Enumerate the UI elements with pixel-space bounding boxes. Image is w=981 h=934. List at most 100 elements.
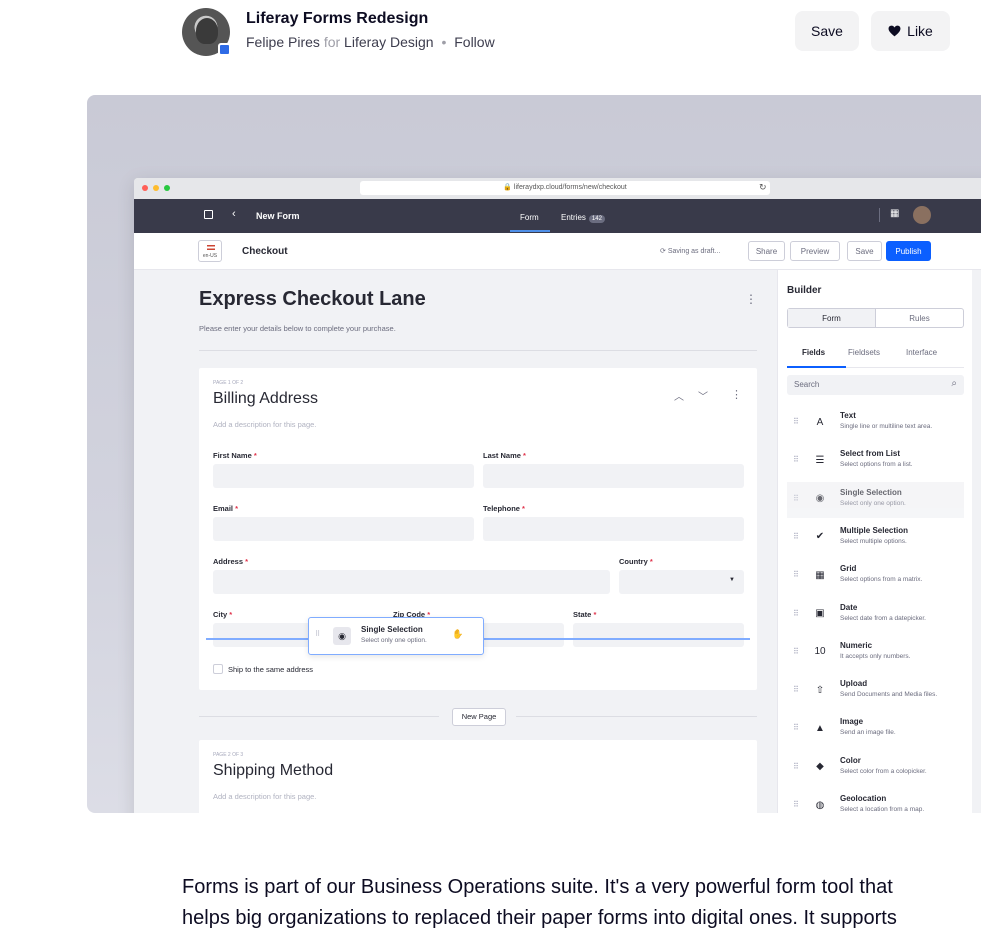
- field-label-address: Address *: [213, 557, 248, 566]
- user-avatar: [913, 206, 931, 224]
- field-type-item: ⠿ ⇧ Upload Send Documents and Media files.: [787, 673, 964, 709]
- field-type-item: ⠿ ☰ Select from List Select options from a …: [787, 443, 964, 479]
- label-text: Address: [213, 557, 244, 566]
- field-type-desc: Select date from a datepicker.: [840, 614, 926, 622]
- drag-handle-icon: ⠿: [793, 723, 799, 733]
- drag-handle-icon: ⠿: [793, 455, 799, 465]
- caret-down-icon: ▼: [729, 577, 735, 583]
- text-icon: A: [816, 416, 824, 428]
- drag-handle-icon: ⠿: [793, 761, 799, 771]
- telephone-field: [483, 517, 744, 541]
- required-mark: *: [235, 504, 239, 513]
- field-type-name: Numeric: [840, 640, 873, 650]
- chevron-up-icon: ︿: [674, 392, 684, 403]
- first-name-field: [213, 464, 474, 488]
- page-title: Shipping Method: [213, 762, 334, 779]
- saving-status-text: Saving as draft...: [667, 248, 721, 255]
- zoom-dot-icon: [164, 185, 170, 191]
- required-mark: *: [522, 504, 525, 513]
- field-type-desc: Select options from a list.: [840, 461, 913, 469]
- page-menu-icon: ⋮: [731, 389, 742, 401]
- label-text: Telephone: [483, 504, 520, 513]
- required-mark: *: [523, 451, 526, 460]
- tab-entries: Entries 142: [561, 213, 605, 223]
- field-type-desc: Single line or multiline text area.: [840, 423, 933, 430]
- drag-card-desc: Select only one option.: [361, 637, 427, 644]
- field-type-name: Text: [840, 411, 856, 420]
- sync-icon: ⟳: [660, 248, 668, 255]
- for-text: for: [323, 34, 341, 50]
- heart-icon: [888, 25, 901, 37]
- tab-entries-label: Entries: [561, 213, 586, 222]
- field-label-last-name: Last Name *: [483, 451, 526, 460]
- sidebar-title: Builder: [787, 285, 822, 296]
- grid-icon: ▦: [815, 569, 825, 581]
- page-description: Add a description for this page.: [213, 792, 317, 801]
- preview-button: Preview: [790, 241, 840, 261]
- reload-icon: ↻: [759, 182, 767, 192]
- locale-selector: en-US: [198, 240, 222, 262]
- tab-interface: Interface: [906, 348, 938, 357]
- label-text: Last Name: [483, 451, 521, 460]
- field-type-name: Single Selection: [840, 487, 902, 497]
- sidebar-search-input: Search ⌕: [787, 375, 964, 395]
- app-bar: ‹ New Form Form Entries 142 ▦: [134, 199, 981, 233]
- field-label-telephone: Telephone *: [483, 504, 525, 513]
- url-text: liferaydxp.cloud/forms/new/checkout: [513, 184, 627, 191]
- form-menu-icon: ⋮: [745, 292, 757, 306]
- saving-status: ⟳ Saving as draft...: [660, 247, 720, 255]
- field-type-item: ⠿ ▦ Grid Select options from a matrix.: [787, 558, 964, 594]
- chevron-down-icon: ﹀: [698, 392, 708, 403]
- field-type-name: Date: [840, 602, 858, 612]
- field-label-city: City *: [213, 610, 232, 619]
- field-type-name: Multiple Selection: [840, 525, 909, 535]
- field-type-desc: Send Documents and Media files.: [840, 691, 938, 699]
- label-text: First Name: [213, 451, 252, 460]
- field-label-email: Email *: [213, 504, 238, 513]
- follow-link[interactable]: Follow: [454, 34, 494, 50]
- publish-button: Publish: [886, 241, 931, 261]
- label-text: City: [213, 610, 228, 619]
- calendar-icon: ▣: [815, 608, 825, 619]
- geolocation-icon: ◍: [815, 799, 825, 811]
- radio-icon: ◉: [333, 627, 351, 645]
- shot-image[interactable]: 🔒 liferaydxp.cloud/forms/new/checkout ↻ …: [87, 95, 981, 813]
- share-button: Share: [748, 241, 785, 261]
- checkbox-label: Ship to the same address: [228, 665, 314, 674]
- search-placeholder: Search: [794, 380, 820, 389]
- divider: [879, 208, 880, 222]
- state-field: [573, 623, 744, 647]
- tab-form-indicator: [510, 230, 550, 232]
- label-text: Country: [619, 557, 648, 566]
- drag-handle-icon: ⠿: [793, 493, 799, 503]
- page-counter: PAGE 2 OF 3: [213, 752, 244, 758]
- drag-handle-icon: ⠿: [793, 417, 799, 426]
- shot-description: Forms is part of our Business Operations…: [182, 876, 897, 929]
- drag-handle-icon: ⠿: [793, 570, 799, 580]
- save-button[interactable]: Save: [795, 11, 859, 51]
- minimize-dot-icon: [153, 185, 159, 191]
- drag-handle-icon: ⠿: [793, 685, 799, 695]
- team-badge-icon: [218, 43, 231, 56]
- field-type-name: Geolocation: [840, 794, 887, 803]
- field-type-name: Image: [840, 717, 864, 727]
- country-select: ▼: [619, 570, 744, 594]
- app-save-button: Save: [847, 241, 882, 261]
- form-toolbar: en-US Checkout ⟳ Saving as draft... Shar…: [134, 233, 981, 270]
- numeric-icon: 10: [814, 646, 826, 658]
- field-type-desc: Send an image file.: [840, 729, 896, 737]
- field-type-desc: Select multiple options.: [840, 537, 907, 545]
- field-label-country: Country *: [619, 557, 653, 566]
- builder-sidebar: Builder Form Rules Fields Fieldsets Inte…: [777, 270, 972, 813]
- page-title: Billing Address: [213, 390, 318, 407]
- entries-count-badge: 142: [588, 215, 605, 223]
- like-button[interactable]: Like: [871, 11, 950, 51]
- form-name: New Form: [256, 211, 300, 221]
- radio-icon: ◉: [815, 493, 825, 505]
- builder-segment-control: Form Rules: [787, 308, 964, 328]
- back-icon: ‹: [232, 208, 236, 220]
- dragging-field-card: ⠿ ◉ Single Selection Select only one opt…: [308, 617, 484, 655]
- author-link[interactable]: Felipe Pires: [246, 34, 320, 50]
- team-link[interactable]: Liferay Design: [344, 34, 434, 50]
- byline: Felipe Pires for Liferay Design • Follow: [246, 34, 495, 50]
